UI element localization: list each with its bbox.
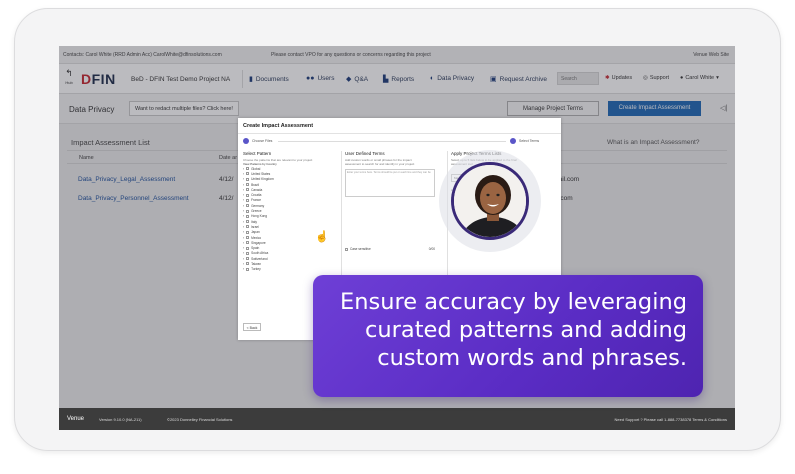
presenter-avatar bbox=[451, 162, 529, 240]
pattern-checkbox[interactable] bbox=[246, 193, 250, 197]
step-active-icon bbox=[510, 138, 516, 144]
pattern-checkbox[interactable] bbox=[246, 209, 250, 213]
pattern-label: Brazil bbox=[251, 182, 260, 187]
pattern-label: Germany bbox=[251, 203, 265, 208]
modal-divider bbox=[238, 133, 561, 134]
step-label: Select Terms bbox=[519, 139, 540, 143]
pattern-label: United States bbox=[251, 171, 271, 176]
footer: Venue Version 9.10.0 (NA-211) ©2023 Donn… bbox=[59, 408, 735, 430]
pattern-label: France bbox=[251, 198, 261, 203]
pattern-label: Greece bbox=[251, 209, 262, 214]
pattern-label: Canada bbox=[251, 187, 263, 192]
pattern-checkbox[interactable] bbox=[246, 241, 250, 245]
user-defined-hint: assessment to search for and identify in… bbox=[345, 162, 415, 166]
terms-textarea[interactable]: Enter your terms here. Terms should be p… bbox=[345, 169, 435, 197]
pattern-checkbox[interactable] bbox=[246, 246, 250, 250]
pattern-checkbox[interactable] bbox=[246, 172, 250, 176]
pattern-checkbox[interactable] bbox=[246, 167, 250, 171]
modal-title: Create Impact Assessment bbox=[243, 123, 314, 129]
pattern-label: Israel bbox=[251, 224, 259, 229]
pattern-checkbox[interactable] bbox=[246, 188, 250, 192]
footer-copyright: ©2023 Donnelley Financial Solutions bbox=[167, 417, 233, 422]
pattern-label: South Africa bbox=[251, 251, 269, 256]
caption-line: Ensure accuracy by leveraging bbox=[340, 289, 687, 315]
pattern-row[interactable]: › Turkey bbox=[243, 267, 339, 272]
chevron-right-icon: › bbox=[243, 240, 245, 245]
chevron-right-icon: › bbox=[243, 267, 245, 272]
pattern-label: Singapore bbox=[251, 240, 266, 245]
case-sensitive-checkbox[interactable] bbox=[345, 247, 348, 251]
pattern-checkbox[interactable] bbox=[246, 225, 250, 229]
chevron-right-icon: › bbox=[243, 219, 245, 224]
pattern-checkbox[interactable] bbox=[246, 236, 250, 239]
case-sensitive-label: Case sensitive bbox=[350, 247, 371, 251]
chevron-right-icon: › bbox=[243, 193, 245, 198]
step-progress-line bbox=[278, 141, 506, 142]
case-sensitive-row: Case sensitive 0/00 bbox=[345, 247, 435, 251]
step-select-terms[interactable]: Select Terms bbox=[510, 138, 539, 144]
pattern-checkbox[interactable] bbox=[246, 267, 250, 271]
pattern-checkbox[interactable] bbox=[246, 220, 250, 224]
chevron-right-icon: › bbox=[243, 198, 245, 203]
caption-line: custom words and phrases. bbox=[377, 345, 687, 371]
footer-brand: Venue bbox=[67, 416, 85, 422]
chevron-right-icon: › bbox=[243, 187, 245, 192]
pattern-label: Japan bbox=[251, 230, 260, 235]
caption-banner: Ensure accuracy by leveraging curated pa… bbox=[313, 275, 703, 397]
user-defined-heading: User Defined Terms bbox=[345, 151, 385, 156]
step-check-icon bbox=[243, 138, 249, 144]
footer-version: Version 9.10.0 (NA-211) bbox=[99, 417, 142, 422]
chevron-right-icon: › bbox=[243, 177, 245, 182]
step-label: Choose Files bbox=[252, 139, 273, 143]
term-counter: 0/00 bbox=[428, 247, 435, 251]
chevron-right-icon: › bbox=[243, 171, 245, 176]
pattern-label: Spain bbox=[251, 246, 260, 251]
pattern-checkbox[interactable] bbox=[246, 262, 250, 266]
chevron-right-icon: › bbox=[243, 209, 245, 214]
chevron-right-icon: › bbox=[243, 256, 245, 261]
chevron-right-icon: › bbox=[243, 246, 245, 251]
pattern-label: Global bbox=[251, 166, 261, 171]
pattern-label: Mexico bbox=[251, 235, 262, 240]
pattern-label: United Kingdom bbox=[251, 177, 274, 182]
chevron-right-icon: › bbox=[243, 251, 245, 256]
chevron-right-icon: › bbox=[243, 182, 245, 187]
pattern-label: Italy bbox=[251, 219, 257, 224]
pattern-checkbox[interactable] bbox=[246, 257, 250, 261]
chevron-right-icon: › bbox=[243, 203, 245, 208]
pattern-checkbox[interactable] bbox=[246, 214, 250, 218]
select-pattern-heading: Select Pattern bbox=[243, 151, 272, 156]
footer-support[interactable]: Need Support ? Please call 1-888-7738378… bbox=[615, 417, 727, 422]
chevron-right-icon: › bbox=[243, 261, 245, 266]
chevron-right-icon: › bbox=[243, 224, 245, 229]
pattern-label: Switzerland bbox=[251, 256, 268, 261]
pattern-checkbox[interactable] bbox=[246, 177, 250, 181]
chevron-right-icon: › bbox=[243, 166, 245, 171]
pattern-checkbox[interactable] bbox=[246, 198, 250, 202]
pattern-label: Croatia bbox=[251, 193, 262, 198]
chevron-right-icon: › bbox=[243, 214, 245, 219]
pattern-checkbox[interactable] bbox=[246, 251, 250, 255]
caption-line: curated patterns and adding bbox=[365, 317, 687, 343]
pattern-checkbox[interactable] bbox=[246, 183, 250, 187]
pattern-label: Taiwan bbox=[251, 261, 261, 266]
back-button[interactable]: < Back bbox=[243, 323, 261, 331]
pattern-label: Hong Kong bbox=[251, 214, 268, 219]
chevron-right-icon: › bbox=[243, 235, 245, 240]
pattern-checkbox[interactable] bbox=[246, 230, 250, 234]
pattern-label: Turkey bbox=[251, 267, 261, 272]
hand-cursor-icon: ☝ bbox=[315, 231, 329, 243]
step-choose-files[interactable]: Choose Files bbox=[243, 138, 272, 144]
pattern-list: › Global › United States › United Kingdom › Bra… bbox=[243, 166, 339, 272]
pattern-checkbox[interactable] bbox=[246, 204, 250, 208]
chevron-right-icon: › bbox=[243, 230, 245, 235]
